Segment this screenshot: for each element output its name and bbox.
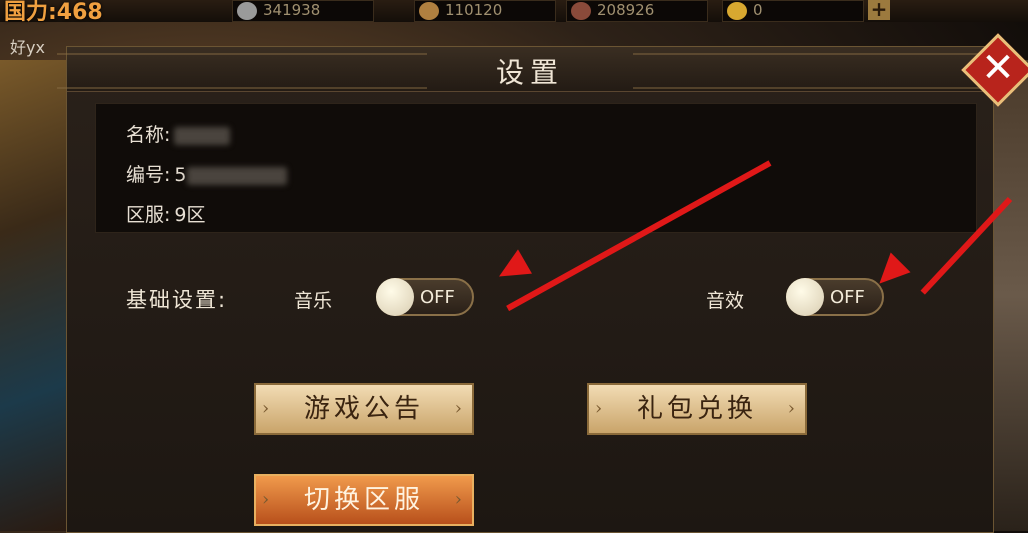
sfx-toggle[interactable]: OFF <box>786 278 884 316</box>
server-value: 9区 <box>174 204 206 226</box>
close-icon: ✕ <box>981 45 1015 91</box>
resource-soldier: 208926 <box>566 0 708 22</box>
game-background-left <box>0 60 70 531</box>
resource-value: 341938 <box>263 1 321 19</box>
toggle-knob <box>786 278 824 316</box>
id-value-redacted <box>186 166 287 185</box>
basic-settings-label: 基础设置: <box>126 288 228 312</box>
soldier-icon <box>571 2 591 20</box>
silver-coin-icon <box>237 2 257 20</box>
switch-server-button[interactable]: 切换区服 <box>254 474 474 526</box>
add-gold-button[interactable]: + <box>868 0 890 20</box>
name-value-redacted <box>174 126 231 145</box>
dialog-title: 设置 <box>495 56 564 89</box>
player-id-row: 编号: 5 <box>126 160 287 187</box>
gift-redeem-button[interactable]: 礼包兑换 <box>587 383 807 435</box>
announcement-button[interactable]: 游戏公告 <box>254 383 474 435</box>
id-label: 编号: <box>126 164 171 186</box>
music-toggle[interactable]: OFF <box>376 278 474 316</box>
id-prefix: 5 <box>174 164 187 186</box>
server-row: 区服: 9区 <box>126 200 206 227</box>
resource-gold: 0 <box>722 0 864 22</box>
music-toggle-state: OFF <box>420 287 455 308</box>
resource-silver: 341938 <box>232 0 374 22</box>
resource-feather: 110120 <box>414 0 556 22</box>
toggle-knob <box>376 278 414 316</box>
feather-icon <box>419 2 439 20</box>
top-resource-bar: 国力:468 341938 110120 208926 0 + <box>0 0 1028 25</box>
gold-ingot-icon <box>727 2 747 20</box>
sfx-label: 音效 <box>706 290 745 312</box>
music-label: 音乐 <box>294 290 333 312</box>
resource-value: 0 <box>753 1 763 19</box>
game-background-right <box>990 60 1028 531</box>
national-power-readout: 国力:468 <box>4 0 103 25</box>
friend-label: 好yx <box>10 38 45 57</box>
player-name-row: 名称: <box>126 120 231 147</box>
name-label: 名称: <box>126 124 171 146</box>
dialog-header: 设置 <box>57 47 1003 92</box>
server-label: 区服: <box>126 204 171 226</box>
resource-value: 110120 <box>445 1 503 19</box>
sfx-toggle-state: OFF <box>830 287 865 308</box>
player-info-panel: 名称: 编号: 5 区服: 9区 <box>95 103 977 233</box>
resource-value: 208926 <box>597 1 655 19</box>
